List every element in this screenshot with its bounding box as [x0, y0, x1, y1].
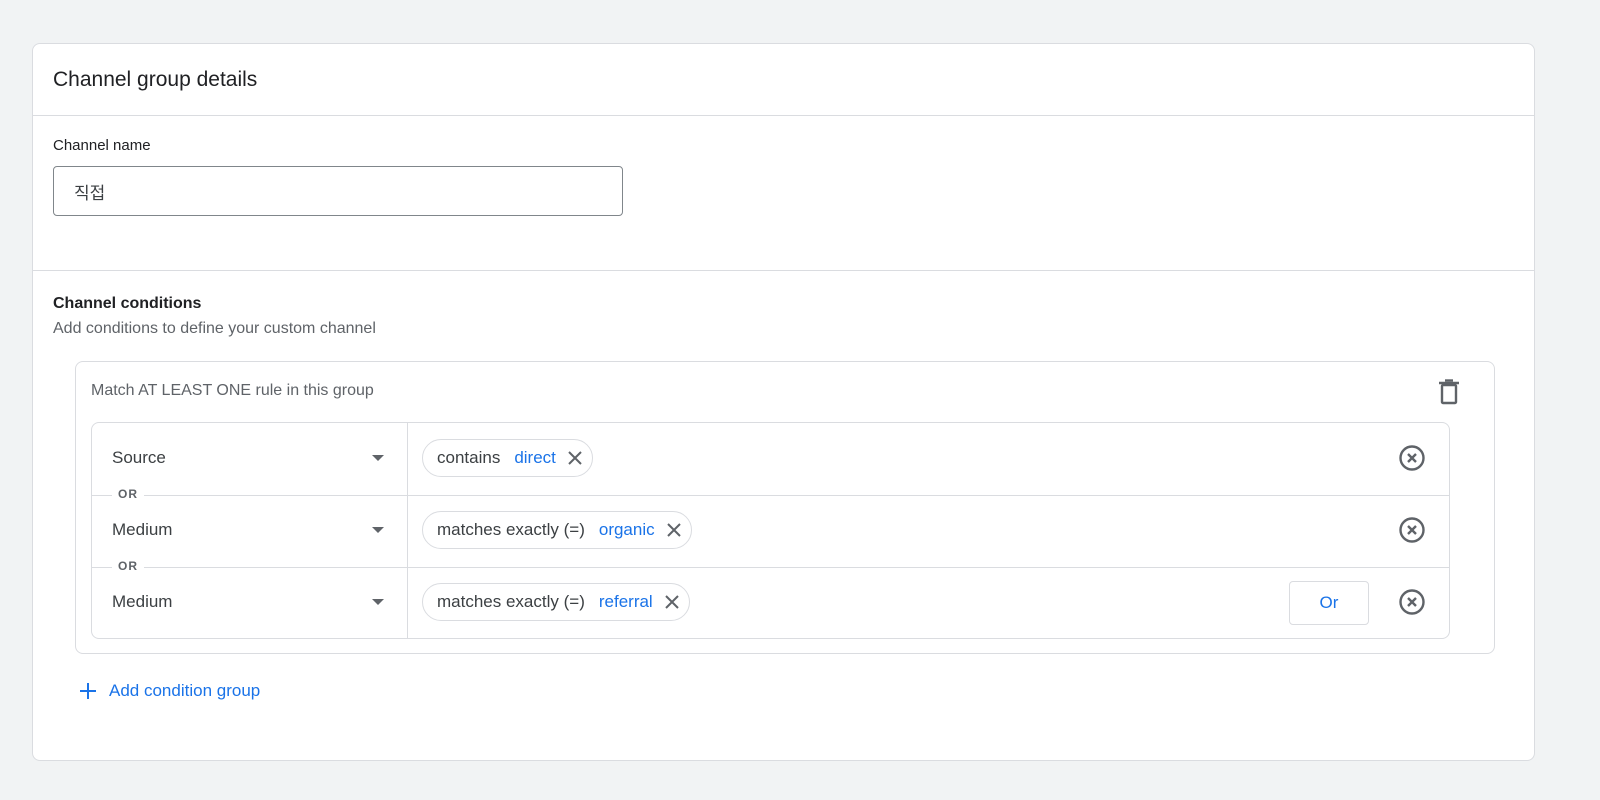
or-button[interactable]: Or	[1289, 581, 1369, 625]
chip-operator: matches exactly (=)	[437, 520, 585, 539]
conditions-title: Channel conditions	[53, 295, 202, 312]
circle-close-icon	[1399, 517, 1425, 543]
chip-operator: contains	[437, 448, 501, 467]
dimension-select[interactable]: Source	[112, 423, 392, 493]
delete-group-button[interactable]	[1434, 377, 1464, 407]
conditions-subtitle: Add conditions to define your custom cha…	[53, 320, 376, 337]
dimension-label: Medium	[112, 592, 173, 611]
close-icon[interactable]	[665, 521, 683, 539]
chip-operator: matches exactly (=)	[437, 592, 585, 611]
plus-icon	[80, 683, 96, 699]
condition-chip[interactable]: matches exactly (=) referral	[422, 583, 690, 621]
circle-close-icon	[1399, 445, 1425, 471]
rule-row: OR Medium matches exactly (=) organic	[92, 487, 1449, 567]
chip-value: direct	[514, 448, 556, 467]
rule-row: Source contains direct	[92, 423, 1449, 495]
close-icon[interactable]	[566, 449, 584, 467]
group-match-label: Match AT LEAST ONE rule in this group	[91, 382, 374, 399]
card-title: Channel group details	[53, 67, 258, 91]
rules-table: Source contains direct OR Medium matches…	[91, 422, 1450, 639]
rule-row: OR Medium matches exactly (=) referral O…	[92, 559, 1449, 639]
remove-rule-button[interactable]	[1397, 443, 1427, 473]
channel-group-card: Channel group details Channel name Chann…	[32, 43, 1535, 761]
add-condition-group-button[interactable]: Add condition group	[79, 676, 260, 706]
dimension-select[interactable]: Medium	[112, 495, 392, 565]
chip-value: referral	[598, 592, 653, 611]
condition-group: Match AT LEAST ONE rule in this group So…	[75, 361, 1495, 654]
add-condition-group-label: Add condition group	[109, 681, 261, 700]
remove-rule-button[interactable]	[1397, 515, 1427, 545]
card-header: Channel group details	[33, 44, 1534, 116]
trash-icon	[1439, 379, 1459, 405]
condition-chip[interactable]: contains direct	[422, 439, 593, 477]
channel-name-label: Channel name	[53, 137, 151, 154]
caret-down-icon	[372, 599, 384, 605]
chip-value: organic	[598, 520, 655, 539]
channel-name-input[interactable]	[53, 166, 623, 216]
remove-rule-button[interactable]	[1397, 587, 1427, 617]
condition-chip[interactable]: matches exactly (=) organic	[422, 511, 692, 549]
caret-down-icon	[372, 527, 384, 533]
dimension-select[interactable]: Medium	[112, 567, 392, 637]
caret-down-icon	[372, 455, 384, 461]
circle-close-icon	[1399, 589, 1425, 615]
dimension-label: Source	[112, 448, 166, 467]
dimension-label: Medium	[112, 520, 173, 539]
channel-name-section: Channel name	[33, 116, 1534, 271]
close-icon[interactable]	[663, 593, 681, 611]
